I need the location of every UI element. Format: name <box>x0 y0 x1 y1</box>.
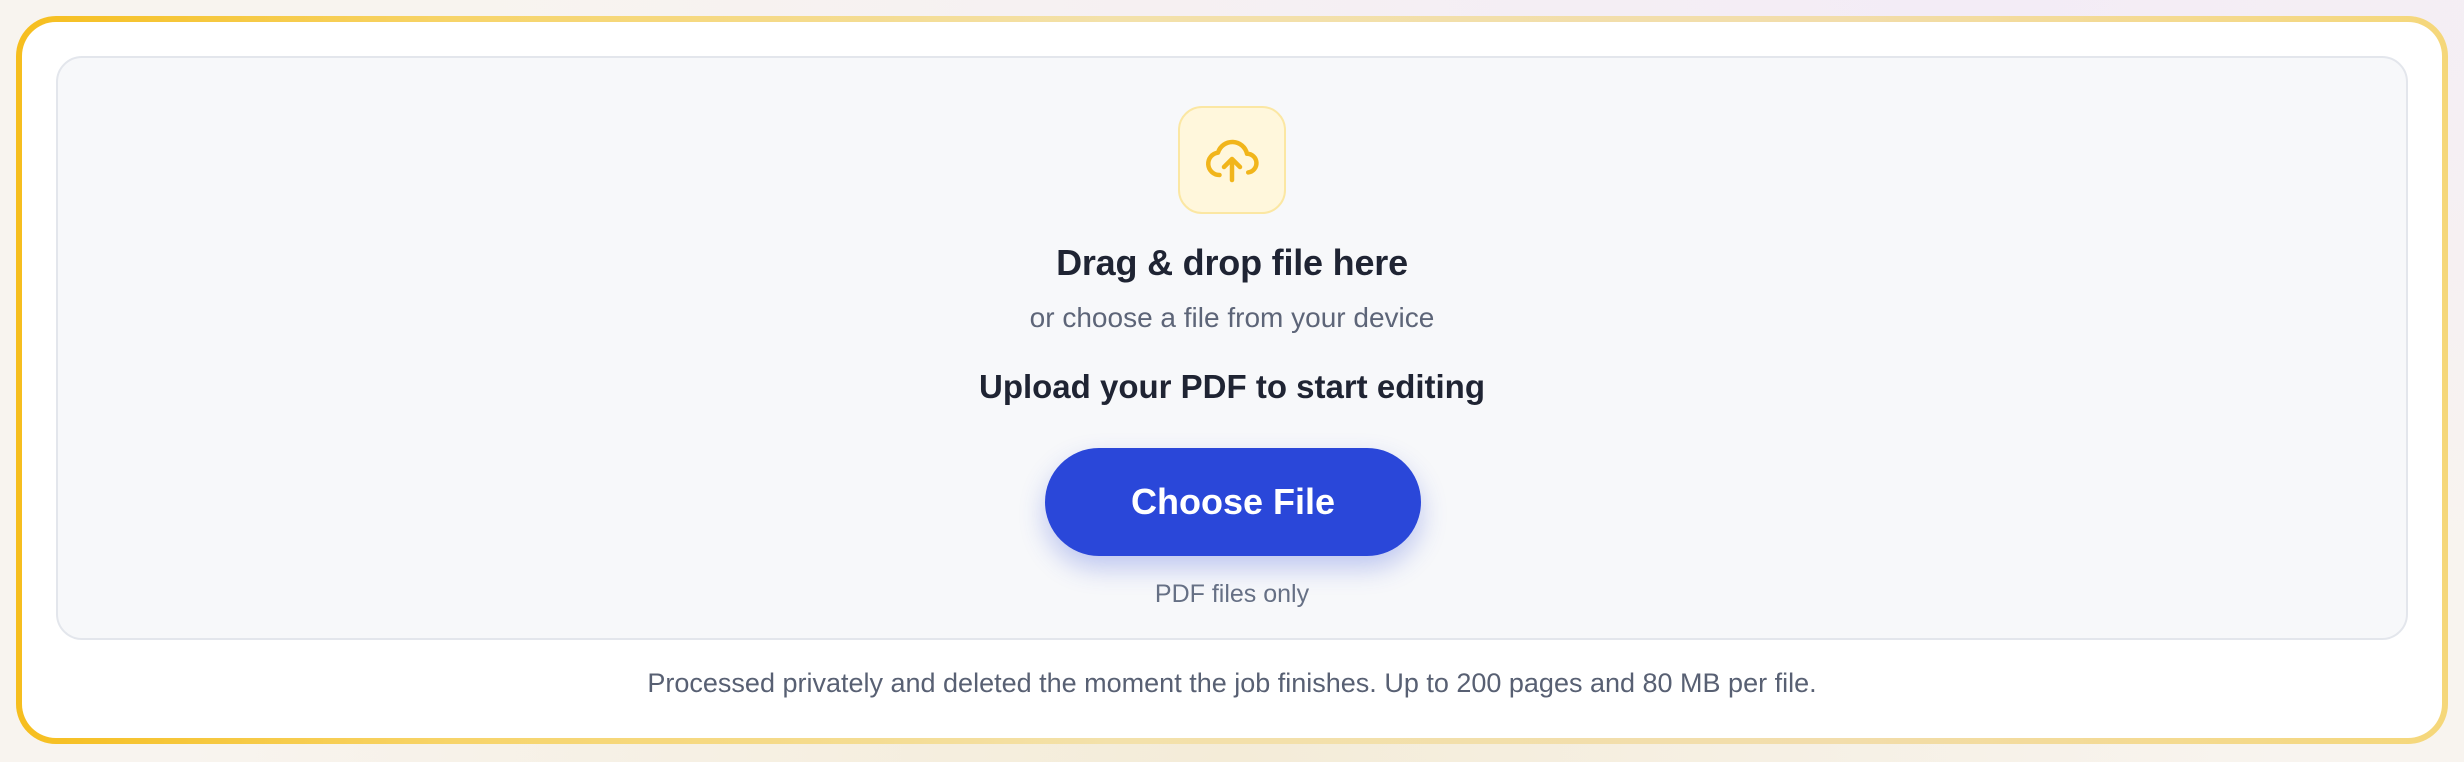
upload-icon-badge <box>1178 106 1286 214</box>
upload-card: Drag & drop file here or choose a file f… <box>22 22 2442 738</box>
privacy-note: Processed privately and deleted the mome… <box>647 668 1817 698</box>
file-type-hint: PDF files only <box>1154 580 1310 608</box>
upload-cta-text: Upload your PDF to start editing <box>978 368 1485 405</box>
choose-file-button[interactable]: Choose File <box>1045 448 1421 556</box>
file-dropzone[interactable]: Drag & drop file here or choose a file f… <box>56 56 2408 640</box>
dropzone-subtitle: or choose a file from your device <box>1029 302 1435 333</box>
dropzone-title: Drag & drop file here <box>1056 242 1408 283</box>
cloud-upload-icon <box>1206 139 1259 183</box>
upload-card-frame: Drag & drop file here or choose a file f… <box>16 16 2448 744</box>
